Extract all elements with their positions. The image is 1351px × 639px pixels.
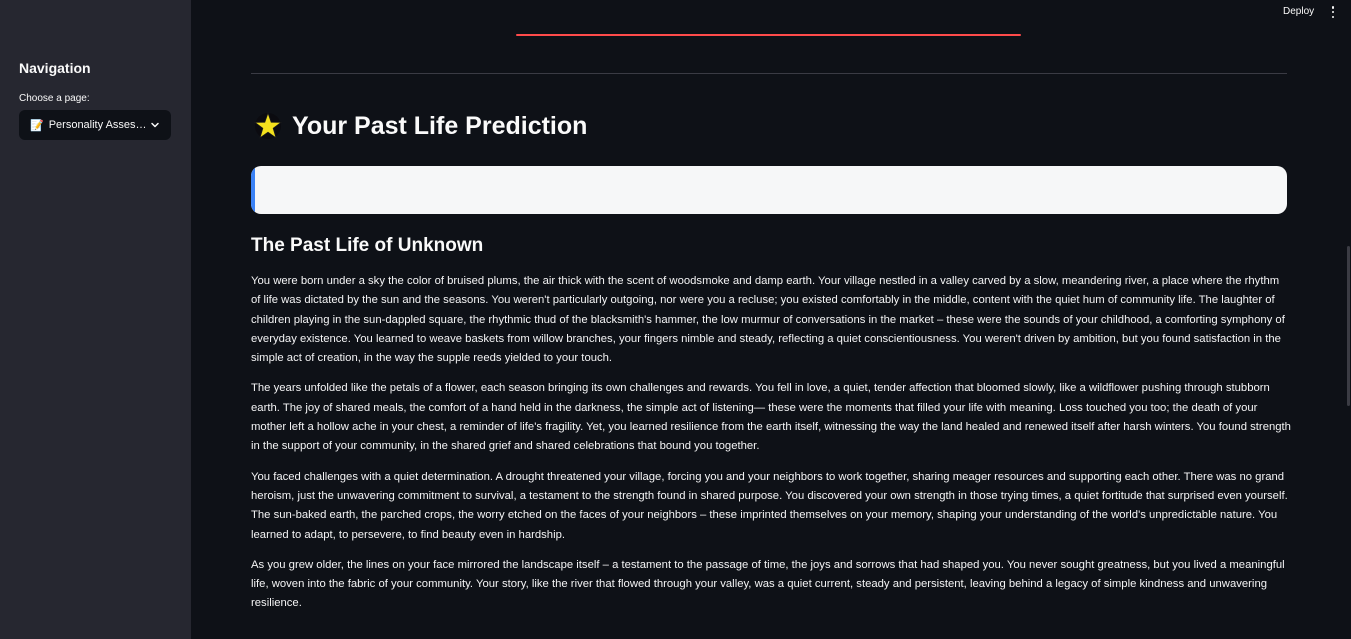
story-paragraph: You were born under a sky the color of b… — [251, 275, 1285, 365]
page-heading: Your Past Life Prediction — [251, 108, 587, 144]
story-paragraph: You faced challenges with a quiet determ… — [251, 470, 1288, 541]
button-bottom-edge[interactable] — [516, 34, 1021, 36]
page-title: Your Past Life Prediction — [292, 111, 588, 140]
story-paragraph: As you grew older, the lines on your fac… — [251, 558, 1285, 610]
star-icon — [253, 111, 283, 139]
page-select-label: Choose a page: — [19, 93, 90, 104]
memo-icon: 📝 — [30, 119, 44, 132]
story-text: You were born under a sky the color of b… — [251, 272, 1291, 625]
sidebar: Navigation Choose a page: 📝 Personality … — [0, 0, 191, 639]
story-paragraph: The years unfolded like the petals of a … — [251, 382, 1291, 453]
app: Navigation Choose a page: 📝 Personality … — [0, 0, 1351, 639]
page-select-value: Personality Assessment — [48, 119, 149, 131]
info-box-accent — [251, 166, 255, 214]
sidebar-title: Navigation — [19, 60, 91, 76]
chevron-down-icon — [149, 119, 161, 131]
page-select[interactable]: 📝 Personality Assessment — [19, 110, 171, 140]
story-title: The Past Life of Unknown — [251, 235, 484, 256]
main-menu-icon[interactable] — [1328, 5, 1338, 19]
deploy-button[interactable]: Deploy — [1283, 6, 1314, 17]
scrollbar[interactable] — [1347, 246, 1350, 406]
info-box — [251, 166, 1287, 214]
divider — [251, 73, 1287, 74]
